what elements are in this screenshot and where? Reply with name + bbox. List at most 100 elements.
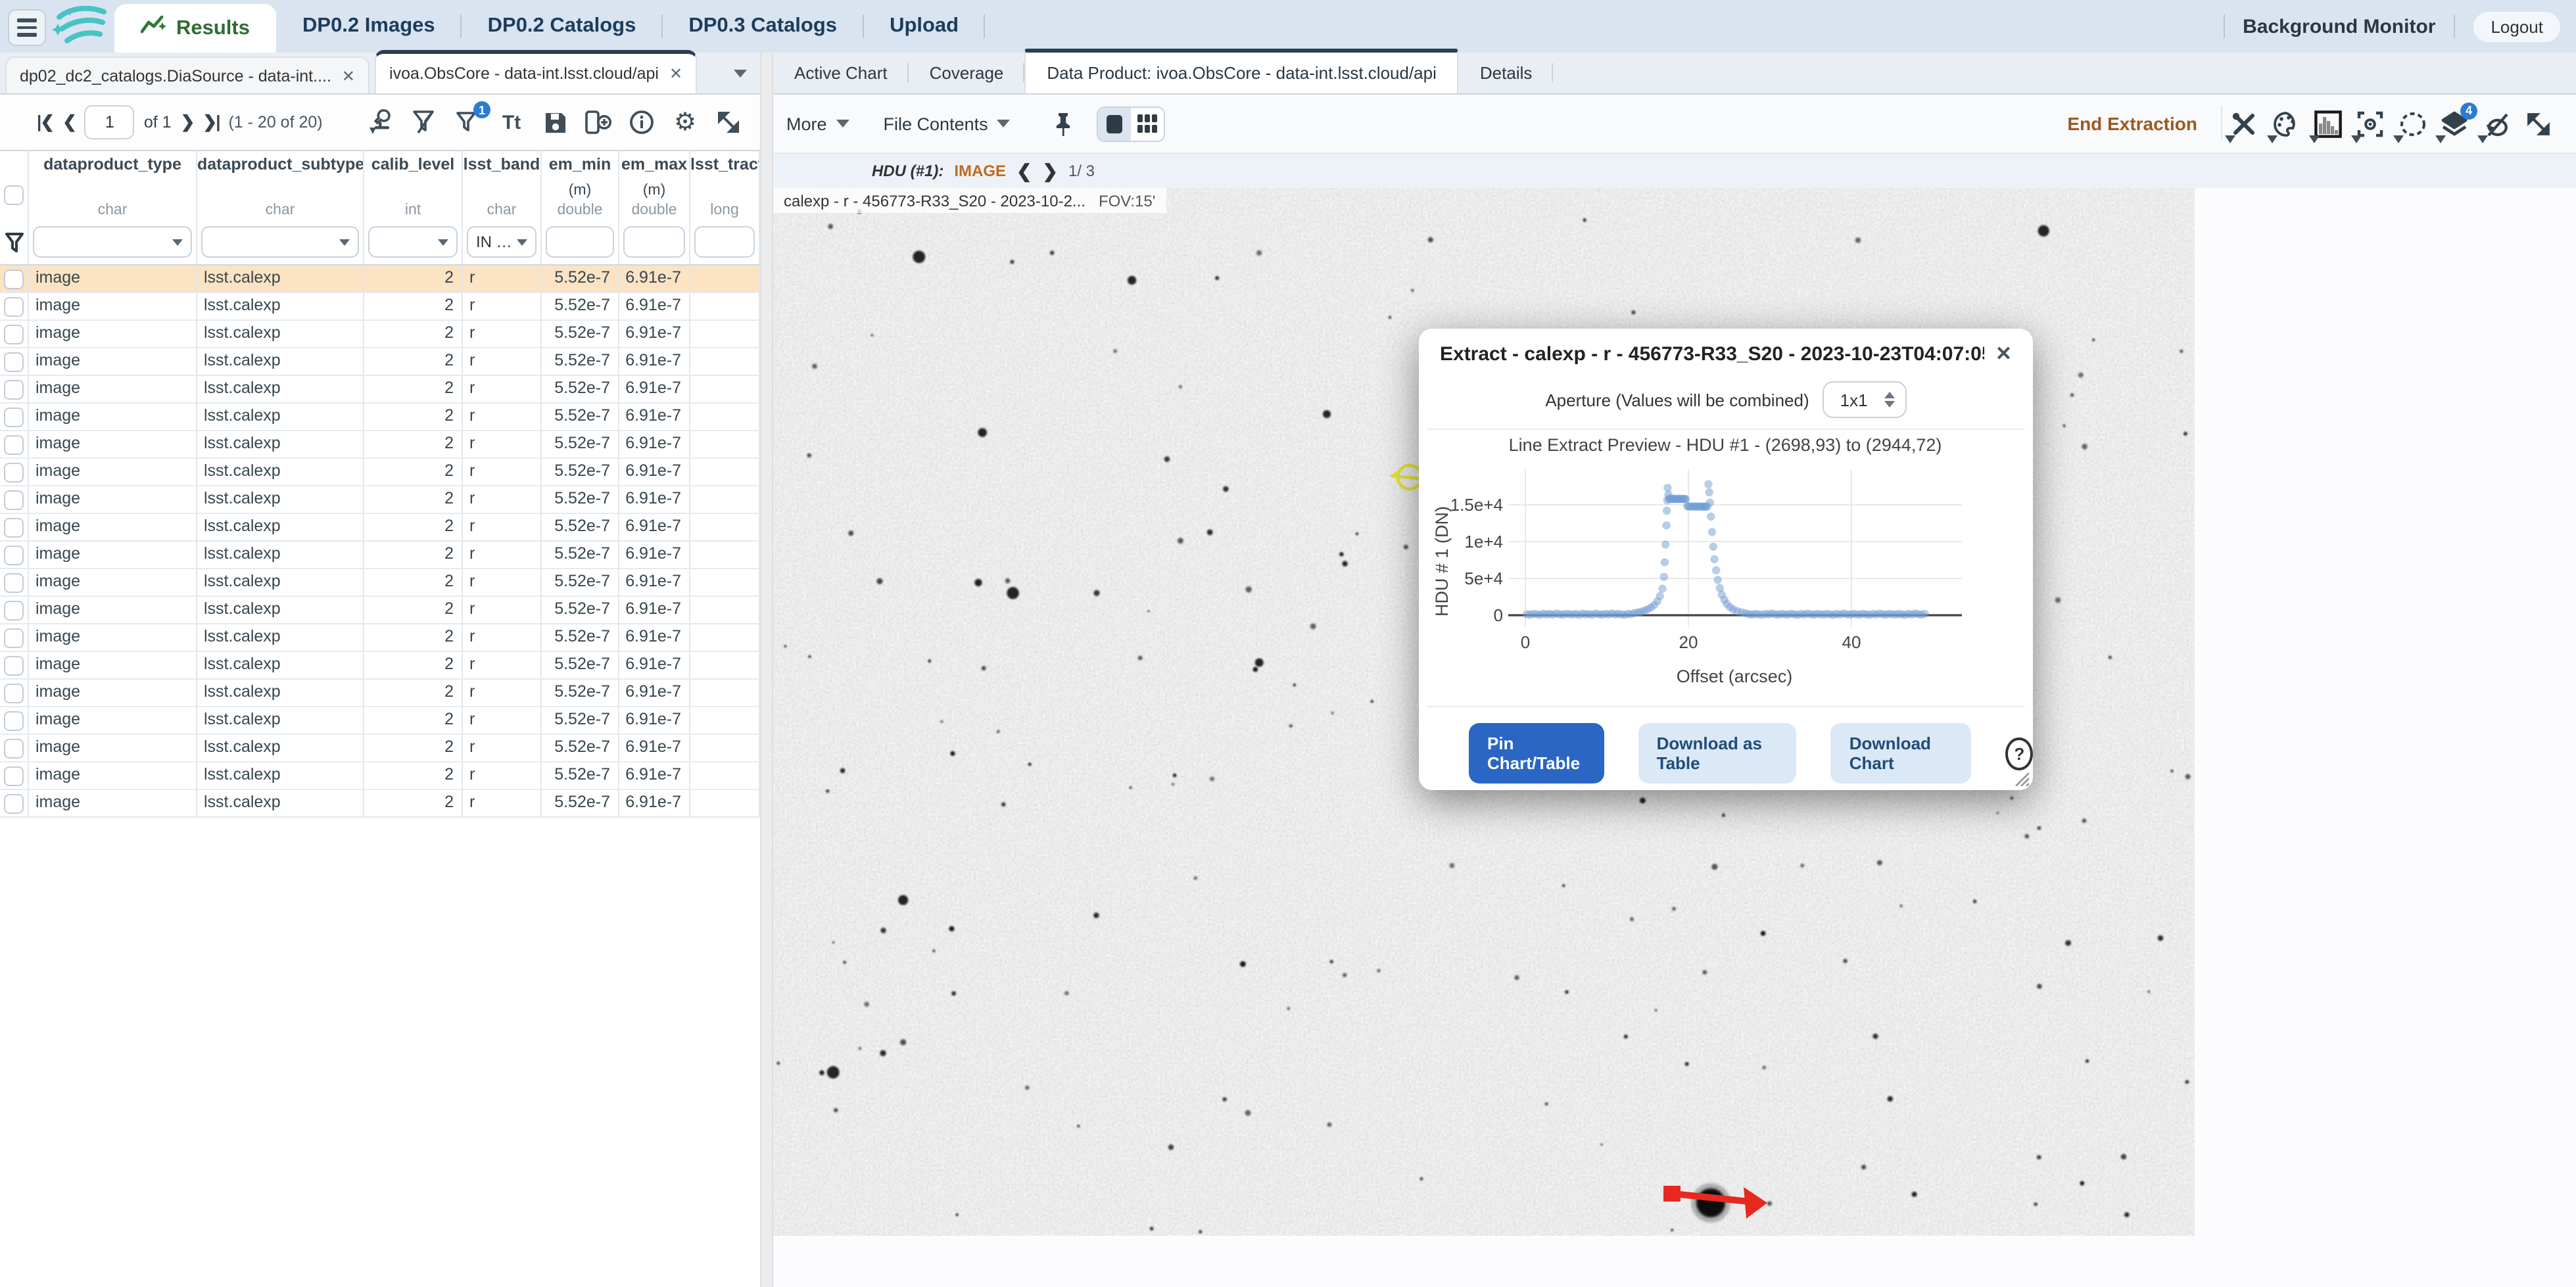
filter-input-em_max[interactable] (623, 226, 685, 258)
table-row[interactable]: image lsst.calexp 2 r 5.52e-7 6.91e-7 (0, 569, 760, 597)
row-checkbox[interactable] (4, 325, 24, 344)
stepper-arrows-icon[interactable] (1884, 392, 1905, 408)
more-dropdown[interactable]: More (786, 114, 849, 133)
pipette-down-icon[interactable] (366, 106, 397, 138)
table-row[interactable]: image lsst.calexp 2 r 5.52e-7 6.91e-7 (0, 514, 760, 542)
row-checkbox[interactable] (4, 352, 24, 372)
select-all-checkbox[interactable] (4, 185, 24, 205)
table-row[interactable]: image lsst.calexp 2 r 5.52e-7 6.91e-7 (0, 348, 760, 376)
page-number-input[interactable] (84, 105, 135, 139)
table-row[interactable]: image lsst.calexp 2 r 5.52e-7 6.91e-7 (0, 376, 760, 404)
table-row[interactable]: image lsst.calexp 2 r 5.52e-7 6.91e-7 (0, 459, 760, 486)
column-header-lsst_band[interactable]: lsst_band char (463, 151, 542, 223)
table-row[interactable]: image lsst.calexp 2 r 5.52e-7 6.91e-7 (0, 431, 760, 459)
filter-select-lsst_band[interactable]: IN … (467, 226, 537, 258)
last-page-button[interactable]: ❯| (203, 112, 220, 133)
settings-icon[interactable]: ⚙ (669, 106, 701, 138)
viewer-tab[interactable]: Data Product: ivoa.ObsCore - data-int.ls… (1024, 49, 1459, 93)
select-region-icon[interactable] (2393, 107, 2429, 143)
add-column-icon[interactable] (583, 106, 614, 138)
table-row[interactable]: image lsst.calexp 2 r 5.52e-7 6.91e-7 (0, 542, 760, 569)
hdu-next-icon[interactable]: ❯ (1043, 160, 1058, 182)
background-monitor-button[interactable]: Background Monitor (2243, 15, 2435, 37)
table-row[interactable]: image lsst.calexp 2 r 5.52e-7 6.91e-7 (0, 762, 760, 790)
tools-icon[interactable] (2225, 107, 2260, 143)
row-checkbox[interactable] (4, 739, 24, 759)
tab-list-dropdown-icon[interactable] (734, 69, 747, 77)
table-tab[interactable]: ivoa.ObsCore - data-int.lsst.cloud/api ✕ (375, 50, 698, 93)
end-extraction-button[interactable]: End Extraction (2049, 113, 2216, 134)
download-chart-button[interactable]: Download Chart (1830, 723, 1972, 784)
nav-tab-dp0-2-catalogs[interactable]: DP0.2 Catalogs (462, 0, 663, 53)
color-palette-icon[interactable] (2267, 107, 2302, 143)
row-checkbox[interactable] (4, 380, 24, 400)
table-row[interactable]: image lsst.calexp 2 r 5.52e-7 6.91e-7 (0, 652, 760, 680)
row-checkbox[interactable] (4, 490, 24, 510)
expand-icon[interactable] (713, 106, 744, 138)
column-header-em_max[interactable]: em_max (m) double (619, 151, 690, 223)
nav-tab-dp0-2-images[interactable]: DP0.2 Images (276, 0, 462, 53)
filter-select-dataproduct_subtype[interactable] (201, 226, 359, 258)
table-row[interactable]: image lsst.calexp 2 r 5.52e-7 6.91e-7 (0, 790, 760, 818)
column-header-lsst_tract[interactable]: lsst_tract long (690, 151, 760, 223)
resize-handle-icon[interactable] (2012, 769, 2029, 786)
hdu-prev-icon[interactable]: ❮ (1016, 160, 1032, 182)
table-row[interactable]: image lsst.calexp 2 r 5.52e-7 6.91e-7 (0, 707, 760, 735)
filter-input-em_min[interactable] (546, 226, 614, 258)
row-checkbox[interactable] (4, 766, 24, 786)
clear-filters-icon[interactable] (409, 106, 441, 138)
nav-tab-results[interactable]: Results (114, 4, 276, 53)
viewer-tab[interactable]: Coverage (909, 53, 1025, 93)
row-checkbox[interactable] (4, 794, 24, 814)
row-checkbox[interactable] (4, 269, 24, 289)
row-checkbox[interactable] (4, 435, 24, 455)
table-row[interactable]: image lsst.calexp 2 r 5.52e-7 6.91e-7 (0, 266, 760, 293)
close-icon[interactable]: ✕ (669, 64, 682, 83)
column-header-em_min[interactable]: em_min (m) double (542, 151, 619, 223)
column-header-calib_level[interactable]: calib_level int (364, 151, 463, 223)
histogram-stretch-icon[interactable] (2309, 107, 2345, 143)
table-row[interactable]: image lsst.calexp 2 r 5.52e-7 6.91e-7 (0, 624, 760, 652)
text-view-icon[interactable]: Tt (496, 106, 527, 138)
table-tab[interactable]: dp02_dc2_catalogs.DiaSource - data-int..… (5, 57, 370, 93)
filter-select-calib_level[interactable] (368, 226, 458, 258)
table-row[interactable]: image lsst.calexp 2 r 5.52e-7 6.91e-7 (0, 680, 760, 707)
recenter-icon[interactable] (2351, 107, 2387, 143)
file-contents-dropdown[interactable]: File Contents (884, 114, 1011, 133)
hamburger-menu-icon[interactable] (8, 9, 46, 46)
prev-page-button[interactable]: ❮ (62, 112, 77, 133)
layers-icon[interactable]: 4 (2435, 102, 2477, 143)
viewer-tab[interactable]: Details (1459, 53, 1554, 93)
panel-splitter[interactable] (760, 53, 773, 1287)
table-row[interactable]: image lsst.calexp 2 r 5.52e-7 6.91e-7 (0, 293, 760, 321)
row-checkbox[interactable] (4, 628, 24, 648)
viewer-tab[interactable]: Active Chart (773, 53, 909, 93)
column-header-dataproduct_type[interactable]: dataproduct_type char (29, 151, 197, 223)
dialog-close-icon[interactable]: ✕ (1985, 342, 2012, 365)
logout-button[interactable]: Logout (2473, 11, 2560, 41)
filter-funnel-icon[interactable] (5, 232, 23, 252)
download-as-table-button[interactable]: Download as Table (1638, 723, 1797, 784)
column-header-dataproduct_subtype[interactable]: dataproduct_subtype char (197, 151, 364, 223)
row-checkbox[interactable] (4, 656, 24, 676)
filter-select-dataproduct_type[interactable] (33, 226, 192, 258)
row-checkbox[interactable] (4, 546, 24, 565)
grid-view-button[interactable] (1131, 107, 1164, 140)
nav-tab-dp0-3-catalogs[interactable]: DP0.3 Catalogs (662, 0, 864, 53)
row-checkbox[interactable] (4, 297, 24, 317)
table-row[interactable]: image lsst.calexp 2 r 5.52e-7 6.91e-7 (0, 486, 760, 514)
filter-input-lsst_tract[interactable] (694, 226, 755, 258)
row-checkbox[interactable] (4, 573, 24, 593)
table-row[interactable]: image lsst.calexp 2 r 5.52e-7 6.91e-7 (0, 404, 760, 431)
aperture-select[interactable]: 1x1 (1822, 381, 1907, 418)
expand-icon[interactable] (2522, 107, 2555, 140)
nav-tab-upload[interactable]: Upload (863, 0, 986, 53)
help-icon[interactable]: ? (2005, 737, 2033, 770)
pin-icon[interactable] (1047, 108, 1079, 139)
row-checkbox[interactable] (4, 601, 24, 620)
row-checkbox[interactable] (4, 684, 24, 703)
first-page-button[interactable]: |❮ (37, 112, 55, 133)
match-lock-icon[interactable] (2477, 107, 2513, 143)
row-checkbox[interactable] (4, 408, 24, 427)
table-row[interactable]: image lsst.calexp 2 r 5.52e-7 6.91e-7 (0, 735, 760, 762)
